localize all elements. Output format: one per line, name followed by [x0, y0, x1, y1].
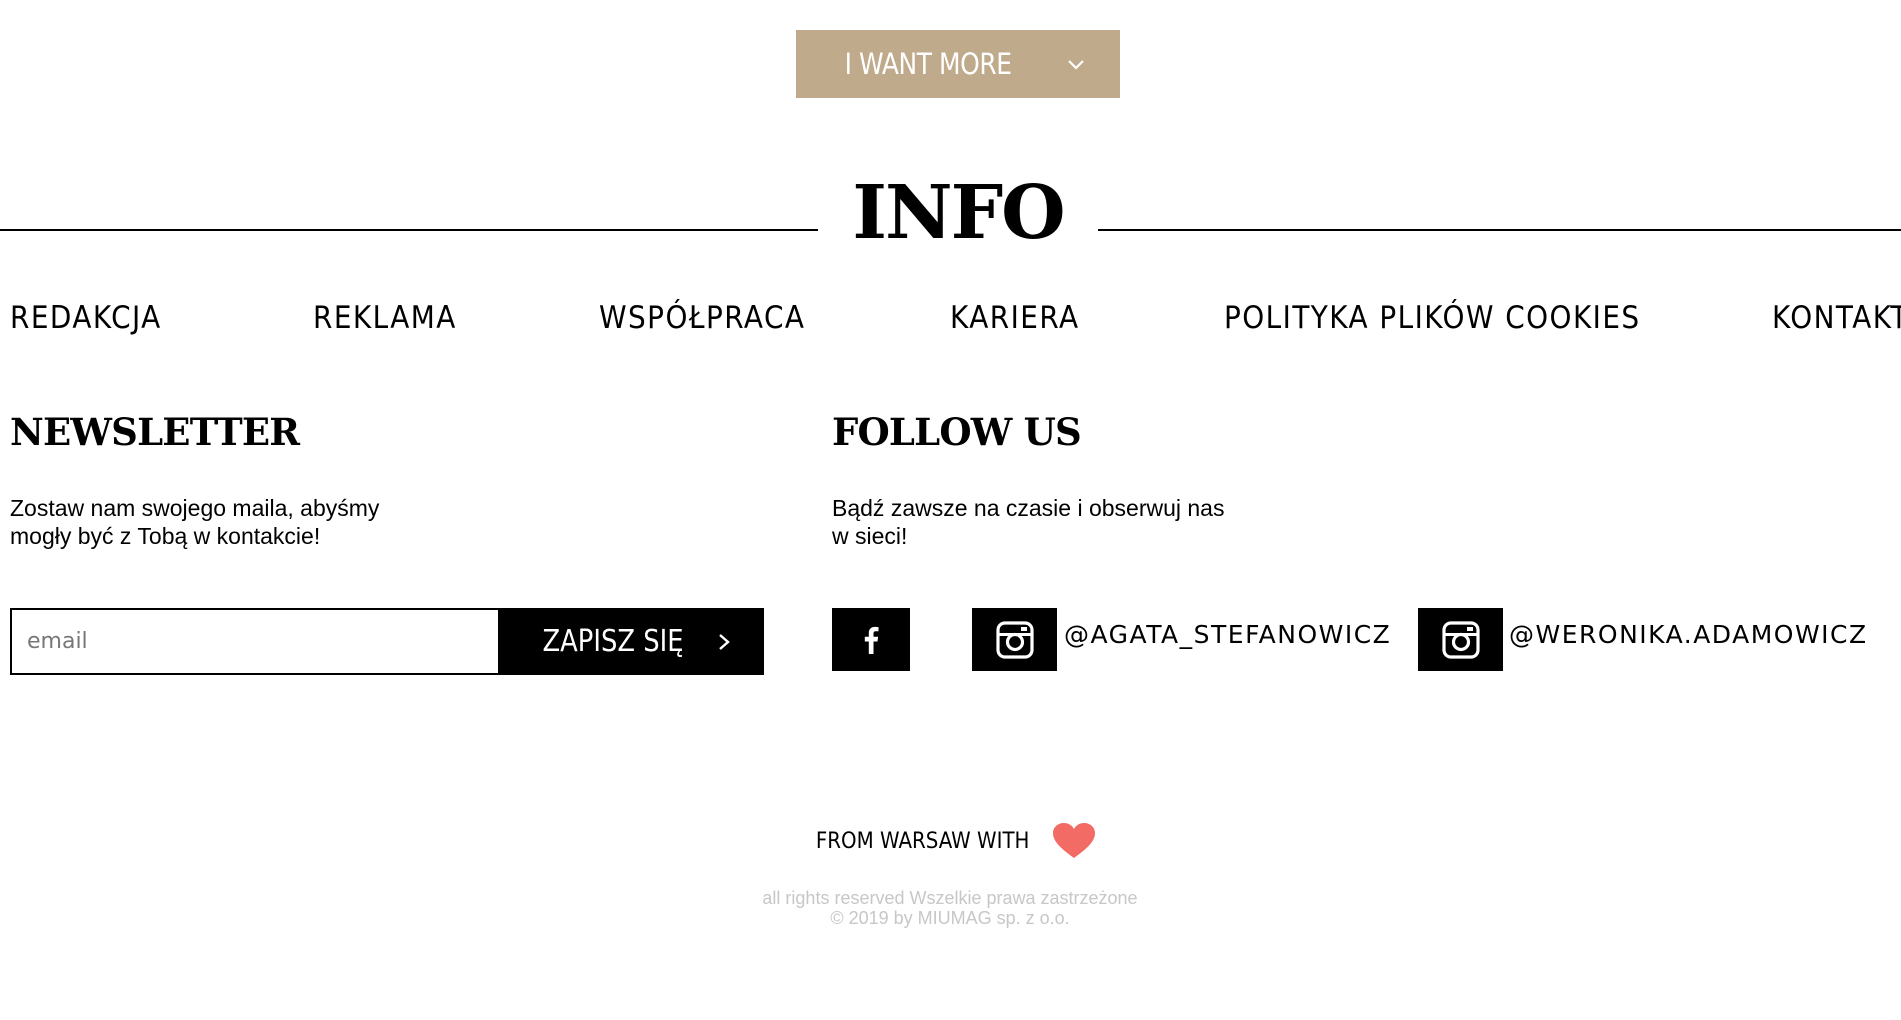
facebook-link[interactable] — [832, 608, 910, 671]
newsletter-heading: NEWSLETTER — [10, 410, 300, 454]
heart-icon — [1052, 823, 1095, 858]
instagram-icon — [1441, 620, 1480, 659]
nav-link-kariera[interactable]: KARIERA — [950, 300, 1080, 336]
i-want-more-button[interactable]: I WANT MORE — [796, 30, 1120, 98]
chevron-down-icon — [1068, 60, 1084, 70]
newsletter-text-line: mogły być z Tobą w kontakcie! — [10, 523, 321, 549]
copyright-notice: all rights reserved Wszelkie prawa zastr… — [650, 888, 1250, 928]
instagram-link-agata[interactable] — [972, 608, 1057, 671]
nav-link-reklama[interactable]: REKLAMA — [313, 300, 457, 336]
info-divider-right — [1098, 229, 1901, 231]
subscribe-button[interactable]: ZAPISZ SIĘ — [497, 608, 764, 675]
i-want-more-label: I WANT MORE — [844, 47, 1012, 81]
chevron-right-icon — [719, 633, 730, 650]
instagram-handle-weronika[interactable]: @WERONIKA.ADAMOWICZ — [1509, 620, 1868, 649]
rights-text: all rights reserved Wszelkie prawa zastr… — [762, 888, 1138, 908]
instagram-icon — [995, 620, 1034, 659]
copyright-text: © 2019 by MIUMAG sp. z o.o. — [830, 908, 1070, 928]
newsletter-text-line: Zostaw nam swojego maila, abyśmy — [10, 495, 380, 521]
page: I WANT MORE INFO REDAKCJA REKLAMA WSPÓŁP… — [0, 0, 1901, 1020]
newsletter-form: ZAPISZ SIĘ — [10, 608, 764, 675]
follow-us-description: Bądź zawsze na czasie i obserwuj nas w s… — [832, 494, 1352, 550]
info-divider-left — [0, 229, 818, 231]
nav-link-wspolpraca[interactable]: WSPÓŁPRACA — [599, 300, 805, 336]
follow-text-line: w sieci! — [832, 523, 908, 549]
footer-nav: REDAKCJA REKLAMA WSPÓŁPRACA KARIERA POLI… — [0, 300, 1901, 340]
follow-text-line: Bądź zawsze na czasie i obserwuj nas — [832, 495, 1225, 521]
from-warsaw-line: FROM WARSAW WITH — [700, 822, 1200, 860]
facebook-icon — [864, 626, 879, 654]
subscribe-label: ZAPISZ SIĘ — [542, 624, 684, 659]
info-heading: INFO — [852, 170, 1065, 256]
from-warsaw-text: FROM WARSAW WITH — [816, 828, 1030, 854]
newsletter-description: Zostaw nam swojego maila, abyśmy mogły b… — [10, 494, 470, 550]
email-input[interactable] — [10, 608, 498, 675]
follow-us-heading: FOLLOW US — [832, 410, 1082, 454]
nav-link-redakcja[interactable]: REDAKCJA — [10, 300, 162, 336]
instagram-link-weronika[interactable] — [1418, 608, 1503, 671]
nav-link-kontakt[interactable]: KONTAKT — [1772, 300, 1901, 336]
nav-link-polityka-cookies[interactable]: POLITYKA PLIKÓW COOKIES — [1224, 300, 1641, 336]
instagram-handle-agata[interactable]: @AGATA_STEFANOWICZ — [1064, 620, 1391, 649]
